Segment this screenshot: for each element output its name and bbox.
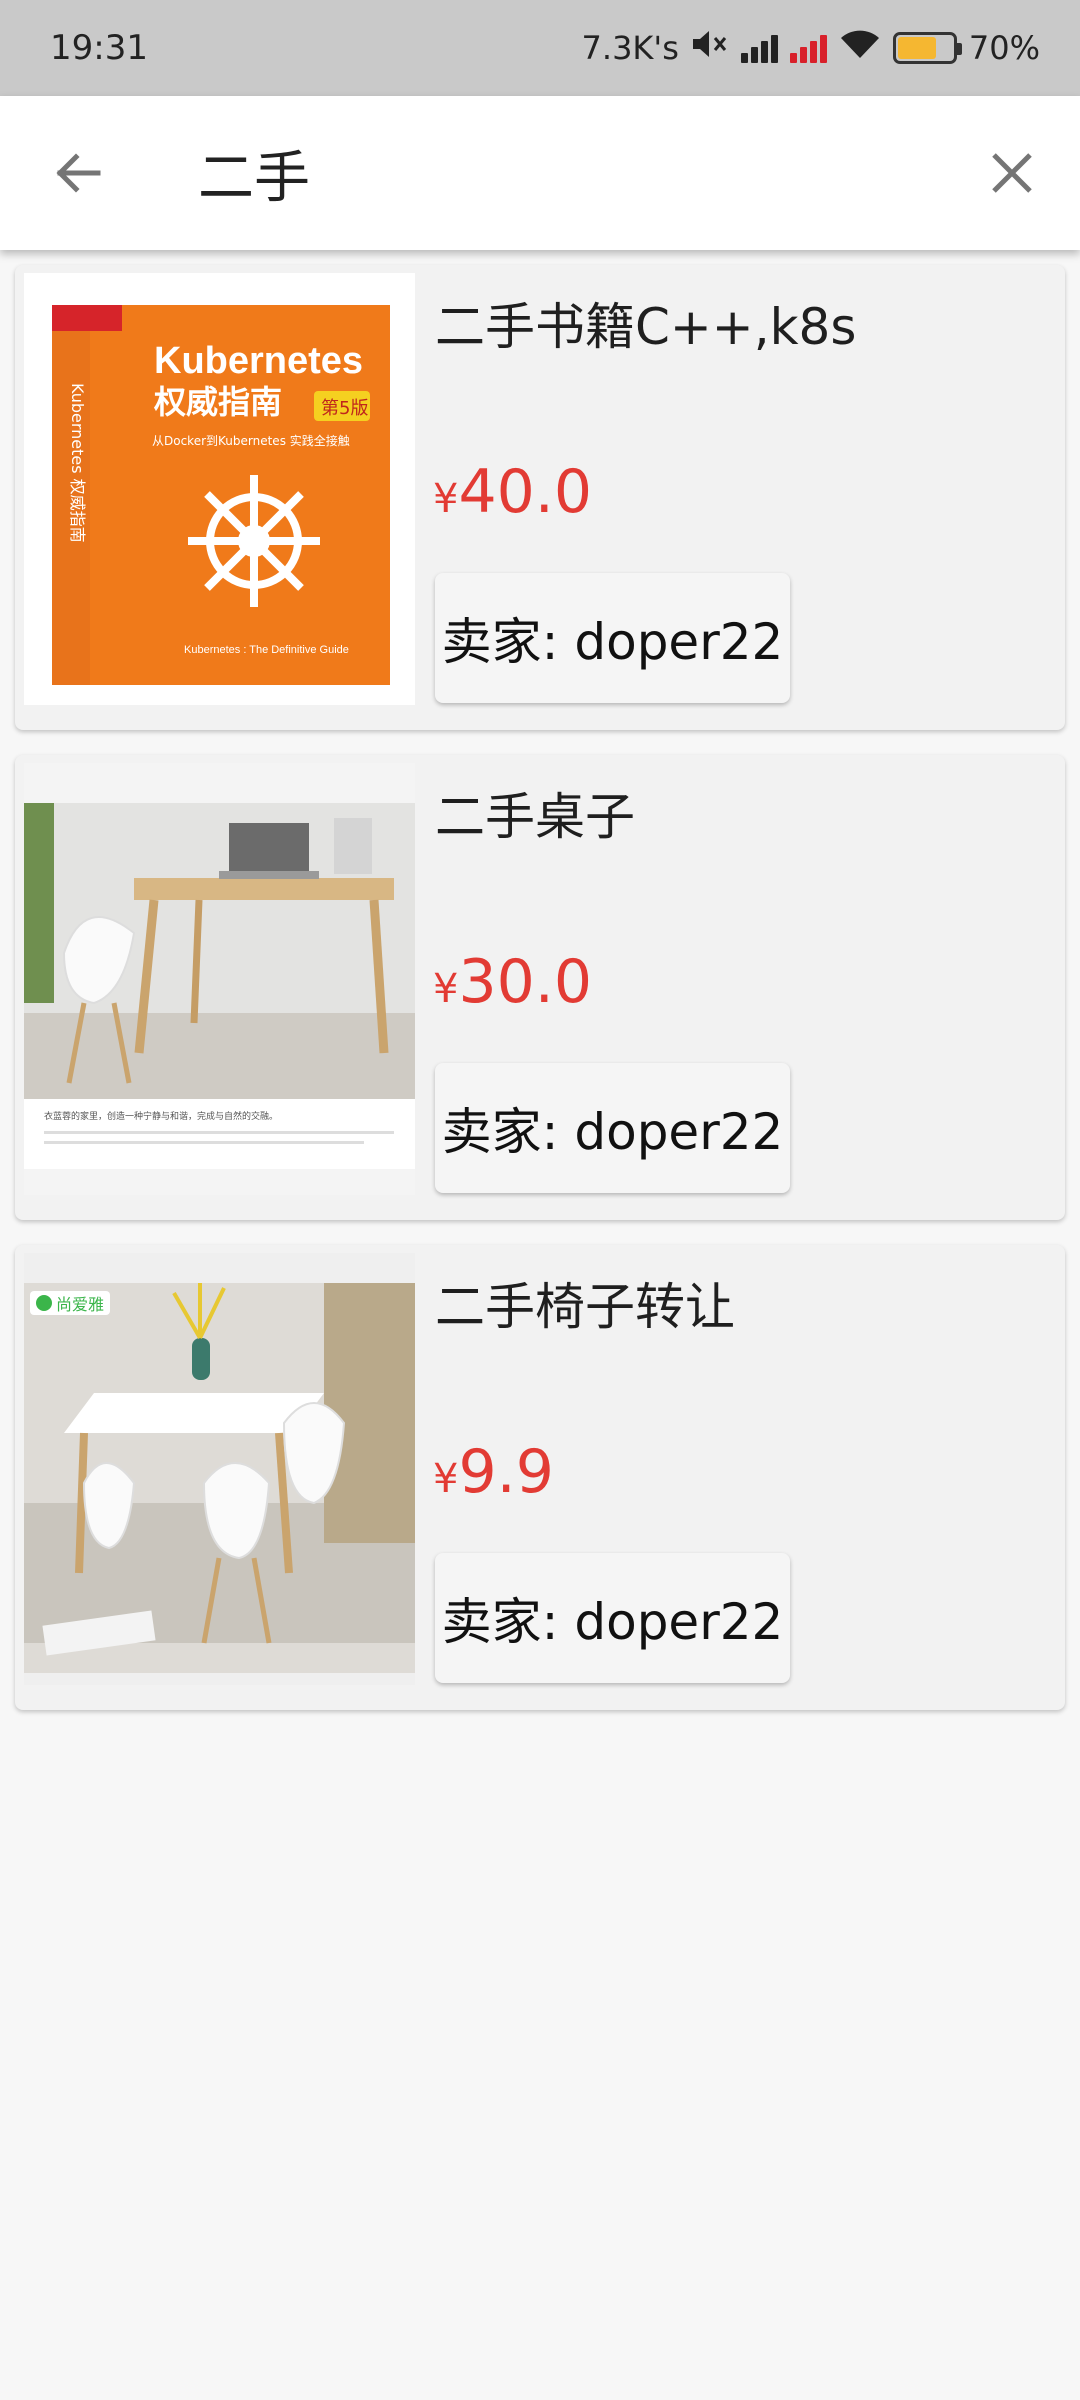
item-title: 二手椅子转让 [435,1278,735,1336]
image-logo: 尚爱雅 [56,1295,104,1314]
price-value: 30.0 [458,947,593,1017]
seller-button[interactable]: 卖家: doper22 [435,1063,790,1193]
wifi-icon [839,28,881,68]
book-badge: 第5版 [321,398,368,419]
item-title: 二手书籍C++,k8s [435,298,857,356]
price-value: 9.9 [458,1437,554,1507]
arrow-left-icon [56,153,101,193]
search-header [0,96,1080,250]
image-caption: 衣蓝蓉的家里，创造一种宁静与和谐，完成与自然的交融。 [44,1110,278,1122]
currency-symbol: ¥ [433,476,459,522]
battery-percent: 70% [968,29,1040,67]
book-subtitle: 从Docker到Kubernetes 实践全接触 [152,433,350,448]
book-brand: Kubernetes [154,340,363,382]
search-input[interactable] [196,128,916,218]
product-image: 衣蓝蓉的家里，创造一种宁静与和谐，完成与自然的交融。 [24,763,415,1195]
item-price: ¥40.0 [433,457,592,527]
book-spine-text: Kubernetes 权威指南 [68,383,87,543]
list-item[interactable]: 尚爱雅 二手椅子转让 ¥9.9 卖家: doper22 [15,1245,1065,1710]
book-name: 权威指南 [153,383,282,421]
item-price: ¥9.9 [433,1437,554,1507]
currency-symbol: ¥ [433,966,459,1012]
product-image: Kubernetes 权威指南 Kubernetes 权威指南 第5版 从Doc… [24,273,415,705]
back-button[interactable] [38,133,118,213]
list-item[interactable]: 衣蓝蓉的家里，创造一种宁静与和谐，完成与自然的交融。 二手桌子 ¥30.0 卖家… [15,755,1065,1220]
signal-icon-2 [789,33,827,63]
status-icons: 7.3K's 70% [582,28,1040,68]
battery-icon [892,32,962,64]
item-title: 二手桌子 [435,788,635,846]
status-bar: 19:31 7.3K's 70% [0,0,1080,96]
network-speed: 7.3K's [581,29,679,67]
price-value: 40.0 [458,457,593,527]
currency-symbol: ¥ [433,1456,459,1502]
close-icon [992,153,1032,193]
item-price: ¥30.0 [433,947,592,1017]
status-time: 19:31 [50,28,148,68]
seller-button[interactable]: 卖家: doper22 [435,1553,790,1683]
seller-button[interactable]: 卖家: doper22 [435,573,790,703]
mute-icon [691,28,729,68]
clear-button[interactable] [972,133,1052,213]
book-footer: Kubernetes : The Definitive Guide [184,644,349,656]
product-image: 尚爱雅 [24,1253,415,1685]
list-item[interactable]: Kubernetes 权威指南 Kubernetes 权威指南 第5版 从Doc… [15,265,1065,730]
signal-icon [740,33,778,63]
results-list: Kubernetes 权威指南 Kubernetes 权威指南 第5版 从Doc… [15,265,1065,1735]
